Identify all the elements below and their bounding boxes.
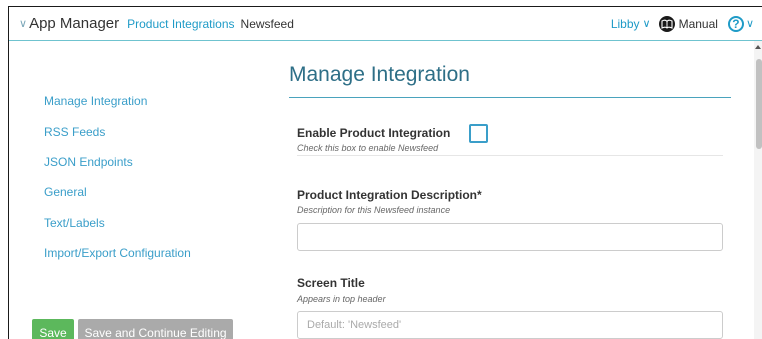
screen-title-input[interactable] (297, 311, 723, 339)
breadcrumb-product-integrations[interactable]: Product Integrations (127, 17, 234, 31)
description-label: Product Integration Description* (297, 188, 482, 202)
chevron-down-icon: ∨ (642, 18, 651, 30)
header-actions: Libby ∨ Manual ? ∨ (611, 7, 756, 40)
breadcrumb-current: Newsfeed (240, 17, 294, 31)
help-circle-icon: ? (727, 15, 744, 32)
sidebar-item-manage-integration[interactable]: Manage Integration (44, 94, 147, 108)
scroll-up-arrow-icon[interactable] (755, 45, 761, 49)
sidebar-nav: Manage Integration RSS Feeds JSON Endpoi… (9, 41, 279, 339)
screen-title-label: Screen Title (297, 276, 365, 290)
chevron-down-icon: ∨ (745, 18, 754, 30)
screen-title-hint: Appears in top header (297, 294, 386, 304)
user-name: Libby (610, 16, 640, 31)
app-window: ∨ App Manager Product Integrations Newsf… (8, 6, 762, 339)
page-title: Manage Integration (289, 63, 470, 86)
manual-link[interactable]: Manual (658, 15, 718, 32)
sidebar-item-text-labels[interactable]: Text/Labels (44, 216, 105, 230)
title-divider (289, 97, 731, 98)
user-menu[interactable]: Libby ∨ (611, 17, 651, 31)
sidebar-item-import-export[interactable]: Import/Export Configuration (44, 246, 191, 260)
sidebar-item-rss-feeds[interactable]: RSS Feeds (44, 125, 105, 139)
manual-label: Manual (678, 16, 718, 31)
vertical-scrollbar[interactable] (754, 41, 762, 339)
enable-integration-checkbox[interactable] (469, 124, 488, 143)
save-and-continue-button[interactable]: Save and Continue Editing (78, 319, 233, 339)
enable-integration-hint: Check this box to enable Newsfeed (297, 143, 439, 153)
save-button[interactable]: Save (32, 319, 74, 339)
chevron-down-icon[interactable]: ∨ (19, 17, 27, 30)
scrollbar-thumb[interactable] (756, 59, 762, 149)
manual-book-icon (658, 15, 675, 32)
app-title[interactable]: App Manager (29, 15, 119, 32)
sidebar-item-general[interactable]: General (44, 185, 87, 199)
description-input[interactable] (297, 223, 723, 251)
section-divider (297, 155, 723, 156)
header-title-group: ∨ App Manager Product Integrations Newsf… (9, 15, 294, 32)
manual-book-glyph (661, 19, 673, 29)
help-menu[interactable]: ? ∨ (727, 15, 756, 32)
main-content: Manage Integration Enable Product Integr… (289, 41, 733, 339)
sidebar-item-json-endpoints[interactable]: JSON Endpoints (44, 155, 133, 169)
description-hint: Description for this Newsfeed instance (297, 205, 451, 215)
top-header: ∨ App Manager Product Integrations Newsf… (9, 7, 762, 41)
enable-integration-label: Enable Product Integration (297, 126, 451, 140)
